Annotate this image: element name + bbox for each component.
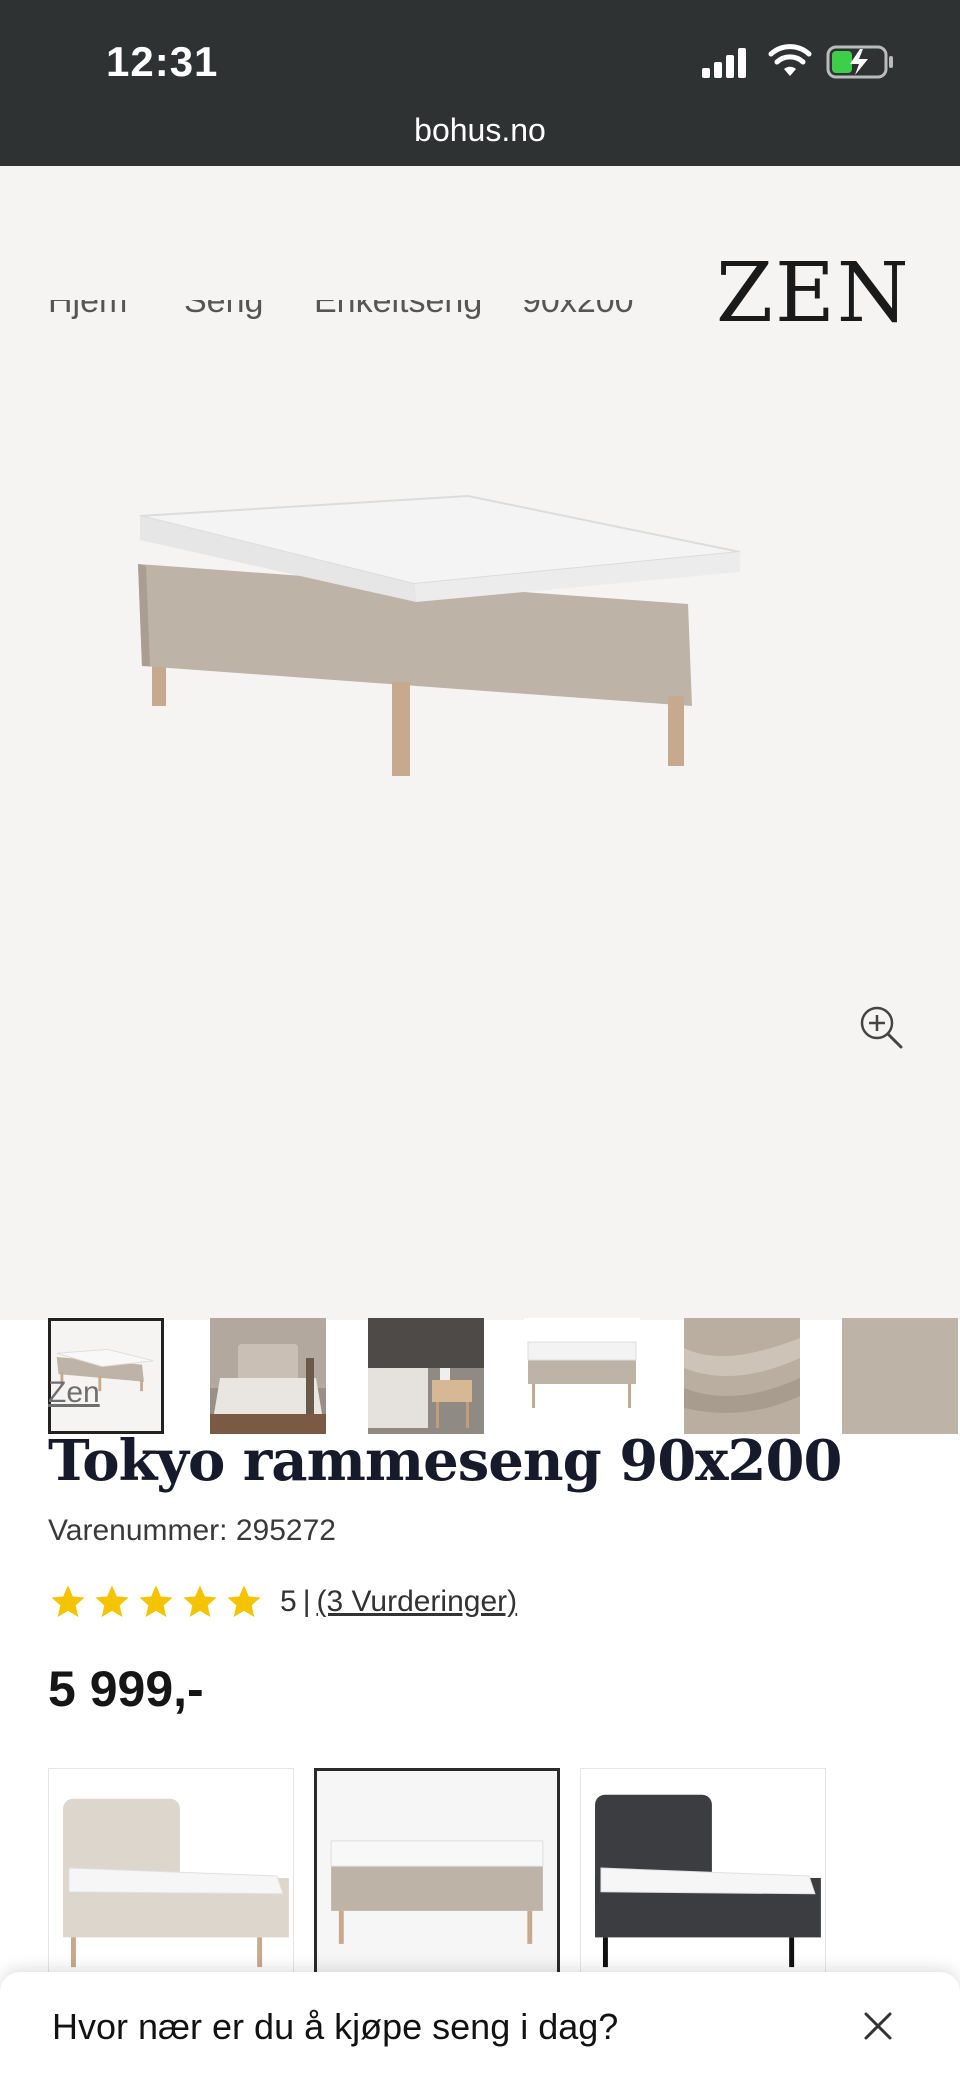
variant-selector [48, 1768, 960, 1978]
star-icon [183, 1585, 217, 1617]
breadcrumb-item[interactable]: Enkeltseng [314, 300, 482, 321]
thumbnail-nightstand-scene[interactable] [368, 1318, 484, 1434]
breadcrumb-item[interactable]: Seng [184, 300, 263, 321]
purchase-intent-survey-sheet: Hvor nær er du å kjøpe seng i dag? [0, 1972, 960, 2078]
survey-question: Hvor nær er du å kjøpe seng i dag? [52, 2006, 619, 2047]
variant-headboard-beige[interactable] [48, 1768, 294, 1978]
product-gallery: Hjem Seng Enkeltseng 90x200 ZEN [0, 166, 960, 1434]
product-title: Tokyo rammeseng 90x200 [48, 1428, 842, 1494]
star-icon [139, 1585, 173, 1617]
thumbnail-fabric-swatch[interactable] [842, 1318, 958, 1434]
zoom-in-icon[interactable] [858, 1004, 904, 1050]
wifi-icon [768, 44, 812, 76]
brand-logo: ZEN [716, 246, 911, 341]
close-icon[interactable] [862, 2010, 894, 2042]
star-icon [95, 1585, 129, 1617]
product-brand-link[interactable]: Zen [48, 1376, 100, 1410]
variant-frame-bed-beige[interactable] [314, 1768, 560, 1978]
rating-stars [48, 1582, 264, 1622]
thumbnail-bed-front[interactable] [524, 1318, 640, 1434]
status-time: 12:31 [106, 38, 219, 85]
star-icon [51, 1585, 85, 1617]
variant-headboard-dark-grey[interactable] [580, 1768, 826, 1978]
star-icon [227, 1585, 261, 1617]
reviews-link[interactable]: (3 Vurderinger) [316, 1585, 517, 1619]
product-main-image[interactable] [120, 486, 840, 846]
breadcrumb-item[interactable]: Hjem [48, 300, 127, 321]
cellular-signal-icon [702, 48, 746, 78]
thumbnail-fabric-draped[interactable] [684, 1318, 800, 1434]
product-price: 5 999,- [48, 1661, 204, 1717]
address-bar-url[interactable]: bohus.no [0, 112, 960, 149]
battery-charging-icon [826, 45, 893, 79]
status-bar: 12:31 bohus.no [0, 0, 960, 166]
rating-score: 5 [280, 1585, 297, 1618]
breadcrumb-item[interactable]: 90x200 [522, 300, 634, 321]
thumbnail-strip [48, 1318, 960, 1438]
product-rating: 5 | (3 Vurderinger) [48, 1580, 517, 1624]
product-sku: Varenummer: 295272 [48, 1514, 336, 1547]
thumbnail-bedroom-scene[interactable] [210, 1318, 326, 1434]
rating-separator: | [302, 1585, 311, 1618]
